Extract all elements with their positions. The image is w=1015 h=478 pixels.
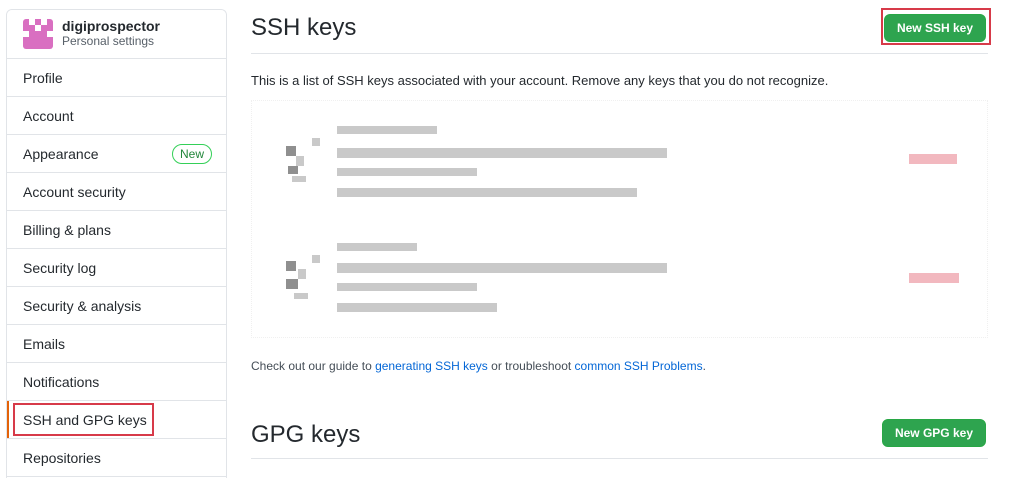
ssh-guide-text: Check out our guide to generating SSH ke… [251,359,706,373]
sidebar-item-billing-plans[interactable]: Billing & plans [7,211,226,249]
sidebar-item-label: Notifications [23,373,100,390]
sidebar-item-account-security[interactable]: Account security [7,173,226,211]
new-ssh-key-button[interactable]: New SSH key [883,14,986,42]
ssh-keys-header: SSH keys New SSH key [251,0,988,54]
sidebar-item-appearance[interactable]: Appearance New [7,135,226,173]
sidebar-item-ssh-gpg-keys[interactable]: SSH and GPG keys [7,401,226,439]
sidebar-item-security-log[interactable]: Security log [7,249,226,287]
guide-middle: or troubleshoot [487,359,575,373]
ssh-keys-title: SSH keys [251,14,357,41]
ssh-keys-description: This is a list of SSH keys associated wi… [251,73,829,88]
ssh-key-item [252,229,989,339]
sidebar-item-security-analysis[interactable]: Security & analysis [7,287,226,325]
ssh-key-item [252,116,989,226]
guide-suffix: . [702,359,706,373]
personal-settings-label: Personal settings [62,34,155,48]
sidebar-item-label: SSH and GPG keys [23,411,147,428]
sidebar-item-profile[interactable]: Profile [7,59,226,97]
generating-ssh-keys-link[interactable]: generating SSH keys [375,359,488,373]
sidebar-item-label: Emails [23,335,66,352]
gpg-keys-header: GPG keys New GPG key [251,412,988,459]
sidebar-item-label: Billing & plans [23,221,111,238]
sidebar-item-label: Appearance [23,145,99,162]
guide-prefix: Check out our guide to [251,359,376,373]
sidebar-item-notifications[interactable]: Notifications [7,363,226,401]
username[interactable]: digiprospector [62,19,160,34]
sidebar-item-emails[interactable]: Emails [7,325,226,363]
profile-header[interactable]: digiprospector Personal settings [7,10,226,59]
sidebar-item-label: Repositories [23,449,101,466]
avatar [23,19,53,49]
new-gpg-key-button[interactable]: New GPG key [881,419,986,447]
common-ssh-problems-link[interactable]: common SSH Problems [575,359,703,373]
ssh-keys-list [251,100,988,338]
sidebar-item-label: Account [23,107,74,124]
sidebar-item-label: Security log [23,259,97,276]
settings-sidebar: digiprospector Personal settings Profile… [6,9,227,478]
gpg-keys-title: GPG keys [251,421,361,448]
sidebar-item-label: Account security [23,183,126,200]
sidebar-item-label: Security & analysis [23,297,142,314]
new-badge: New [171,143,212,164]
sidebar-item-repositories[interactable]: Repositories [7,439,226,477]
sidebar-item-account[interactable]: Account [7,97,226,135]
sidebar-item-label: Profile [23,69,63,86]
